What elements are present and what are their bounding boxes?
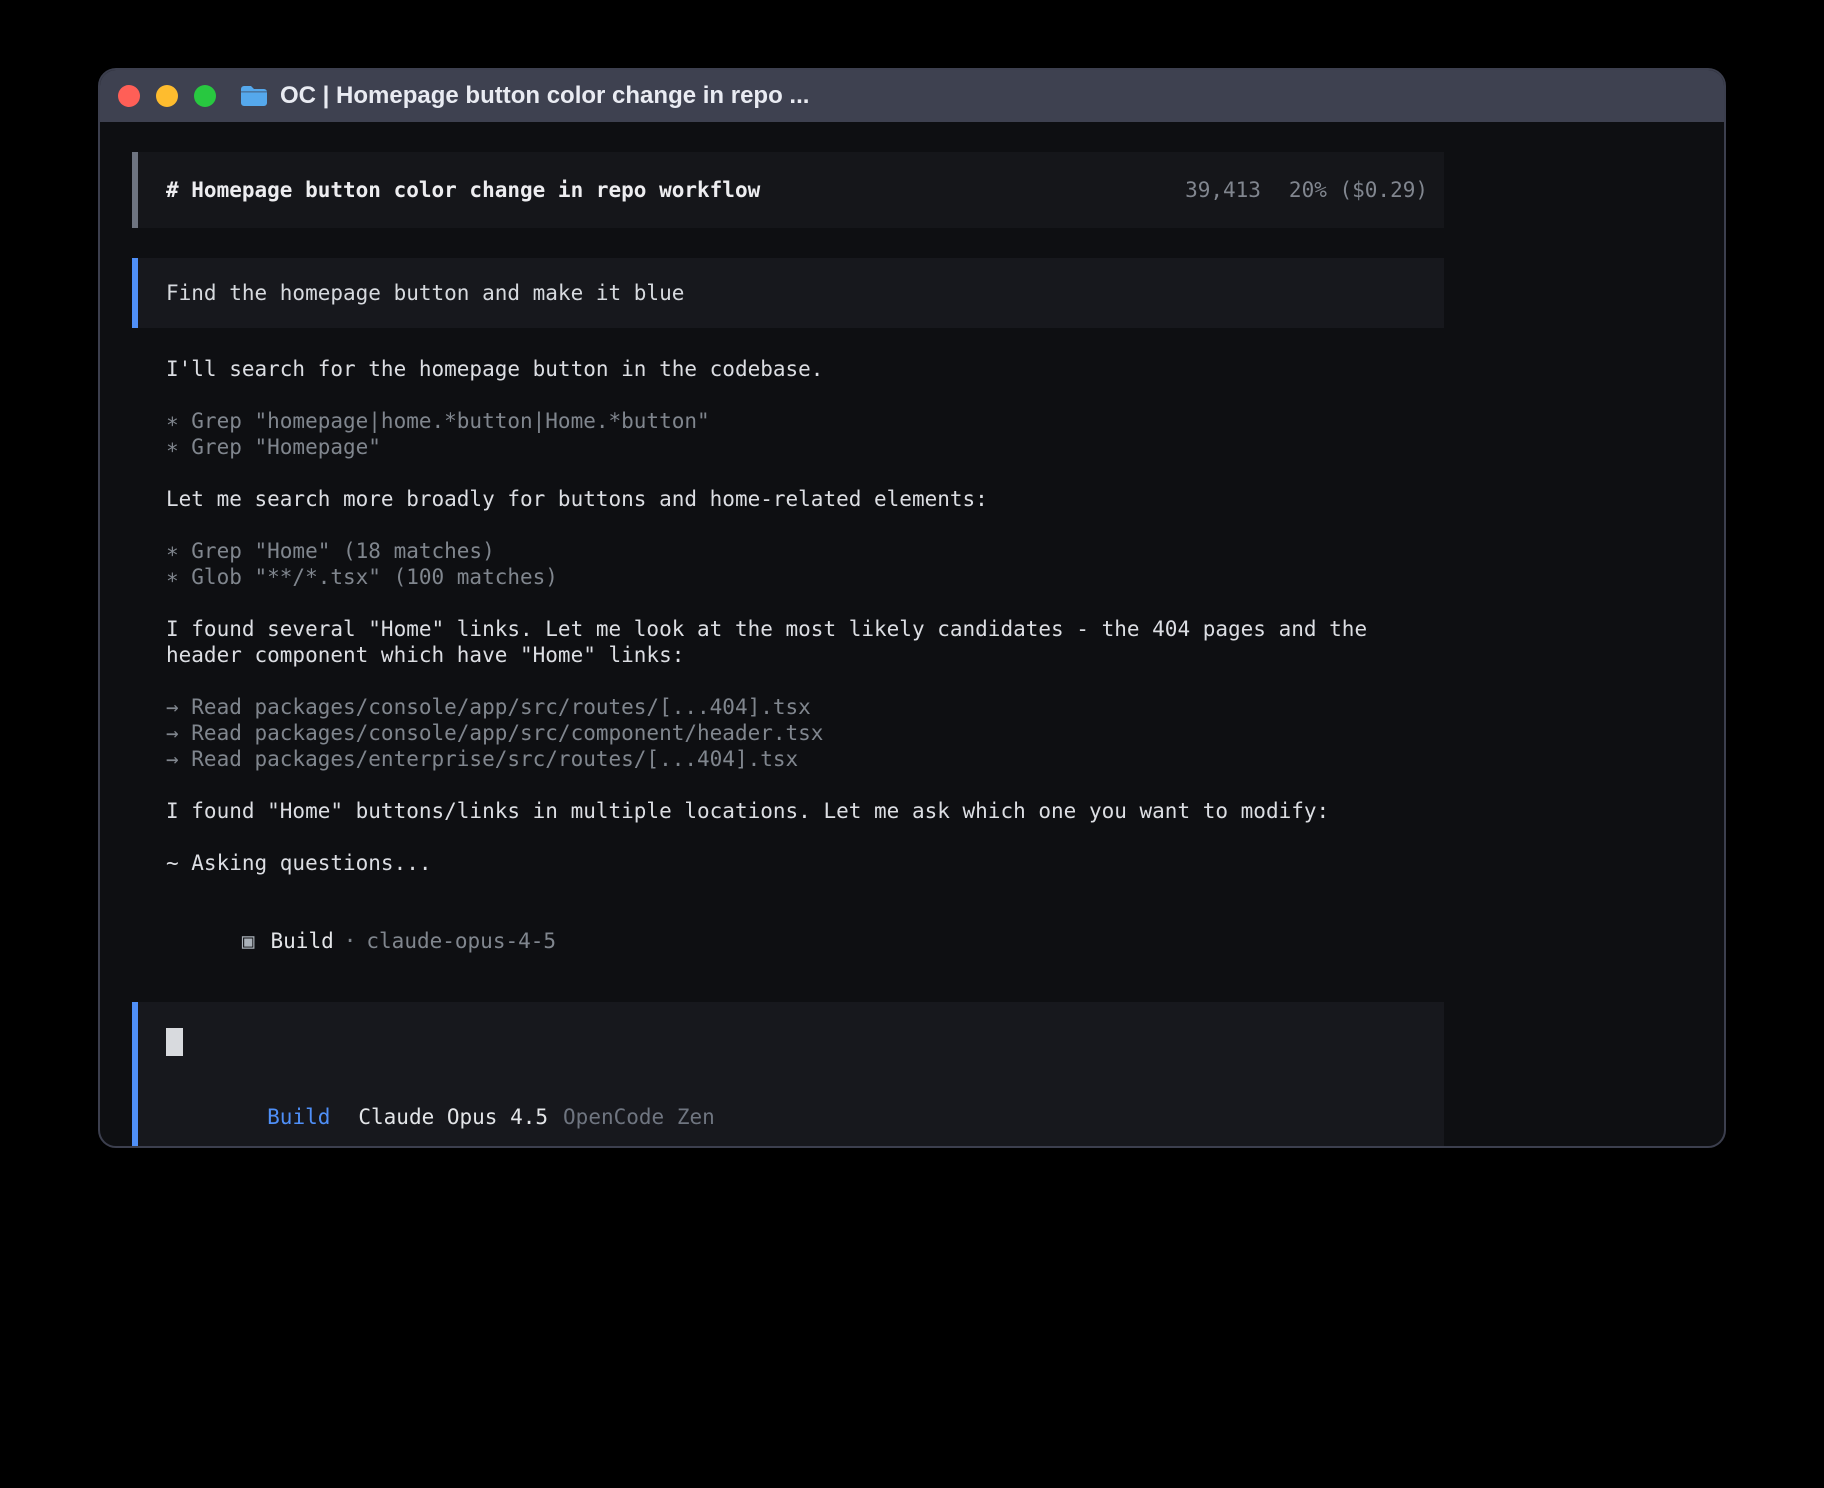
- window-controls: [118, 85, 216, 107]
- token-count: 39,413: [1185, 178, 1261, 202]
- transcript-line: [166, 876, 1444, 902]
- transcript-line: ∗ Grep "Home" (18 matches): [166, 538, 1444, 564]
- transcript-line: [166, 512, 1444, 538]
- session-title: # Homepage button color change in repo w…: [166, 177, 760, 203]
- transcript-line: → Read packages/console/app/src/componen…: [166, 720, 1444, 746]
- transcript-line: [166, 772, 1444, 798]
- transcript-line: ~ Asking questions...: [166, 850, 1444, 876]
- transcript-line: [166, 824, 1444, 850]
- transcript-line: → Read packages/enterprise/src/routes/[.…: [166, 746, 1444, 772]
- minimize-window-button[interactable]: [156, 85, 178, 107]
- folder-icon: [240, 85, 268, 107]
- status-row: ▣ Build · claude-opus-4-5: [132, 902, 1444, 980]
- titlebar[interactable]: OC | Homepage button color change in rep…: [100, 70, 1724, 122]
- model-label[interactable]: Claude Opus 4.5: [358, 1105, 548, 1129]
- transcript-line: I found "Home" buttons/links in multiple…: [166, 798, 1444, 824]
- transcript-line: ∗ Grep "Homepage": [166, 434, 1444, 460]
- transcript-line: [166, 382, 1444, 408]
- text-cursor: [166, 1028, 183, 1056]
- transcript-line: Let me search more broadly for buttons a…: [166, 486, 1444, 512]
- transcript-line: ∗ Grep "homepage|home.*button|Home.*butt…: [166, 408, 1444, 434]
- prompt-input[interactable]: Build Claude Opus 4.5 OpenCode Zen: [132, 1002, 1444, 1148]
- close-window-button[interactable]: [118, 85, 140, 107]
- terminal-content: # Homepage button color change in repo w…: [132, 152, 1444, 1148]
- transcript-line: ∗ Glob "**/*.tsx" (100 matches): [166, 564, 1444, 590]
- status-model: claude-opus-4-5: [366, 929, 556, 953]
- terminal-window: OC | Homepage button color change in rep…: [98, 68, 1726, 1148]
- agent-mode-label[interactable]: Build: [267, 1105, 330, 1129]
- transcript-line: I'll search for the homepage button in t…: [166, 356, 1444, 382]
- transcript-line: [166, 668, 1444, 694]
- session-header: # Homepage button color change in repo w…: [132, 152, 1444, 228]
- transcript-line: [166, 590, 1444, 616]
- transcript-line: → Read packages/console/app/src/routes/[…: [166, 694, 1444, 720]
- transcript-line: I found several "Home" links. Let me loo…: [166, 616, 1444, 668]
- session-stats: 39,413 20% ($0.29): [1185, 177, 1428, 203]
- transcript: I'll search for the homepage button in t…: [132, 356, 1444, 902]
- user-message: Find the homepage button and make it blu…: [132, 258, 1444, 328]
- status-separator: ·: [344, 929, 357, 953]
- window-title: OC | Homepage button color change in rep…: [280, 82, 809, 110]
- input-meta: Build Claude Opus 4.5 OpenCode Zen: [166, 1078, 1428, 1148]
- user-message-text: Find the homepage button and make it blu…: [166, 281, 684, 305]
- task-status-icon: ▣: [242, 929, 255, 953]
- provider-label: OpenCode Zen: [563, 1105, 715, 1129]
- context-usage: 20% ($0.29): [1289, 178, 1428, 202]
- transcript-line: [166, 460, 1444, 486]
- maximize-window-button[interactable]: [194, 85, 216, 107]
- status-agent: Build: [271, 929, 334, 953]
